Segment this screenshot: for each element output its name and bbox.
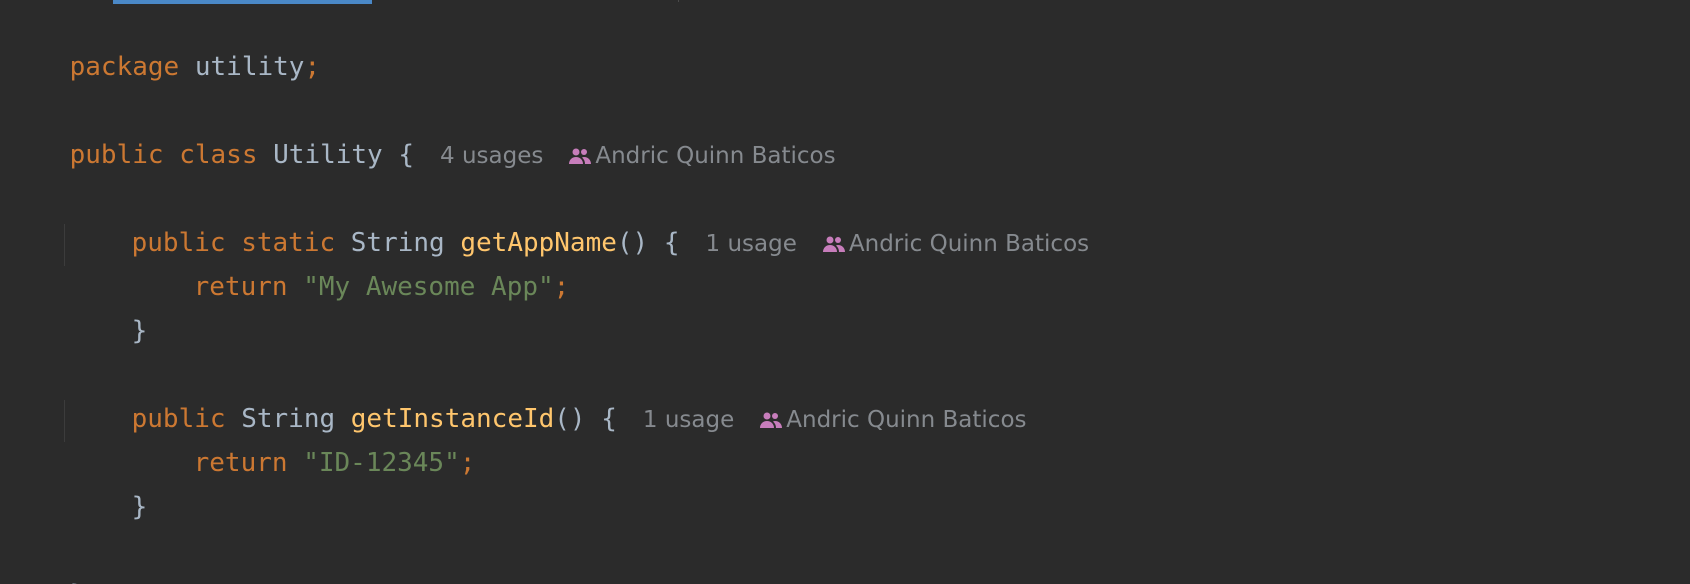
people-icon bbox=[569, 148, 592, 164]
usages-hint[interactable]: 4 usages bbox=[440, 143, 543, 169]
indent-guide bbox=[64, 400, 65, 442]
keyword-return: return bbox=[193, 272, 288, 302]
tab-strip bbox=[0, 0, 1690, 4]
author-hint[interactable]: Andric Quinn Baticos bbox=[569, 143, 836, 169]
people-icon bbox=[822, 236, 845, 252]
string-literal: "ID-12345" bbox=[303, 448, 460, 478]
code-line-close-brace[interactable]: } bbox=[69, 447, 148, 522]
code-line-return[interactable]: return "My Awesome App"; bbox=[131, 227, 570, 302]
open-brace: { bbox=[601, 404, 617, 434]
package-name: utility bbox=[194, 52, 305, 82]
people-icon bbox=[760, 412, 783, 428]
indent-guide bbox=[64, 224, 65, 266]
close-brace: } bbox=[131, 316, 148, 346]
active-tab-indicator[interactable] bbox=[113, 0, 372, 4]
open-brace: { bbox=[398, 140, 415, 170]
keyword-public: public bbox=[69, 140, 164, 170]
string-literal: "My Awesome App" bbox=[303, 272, 554, 302]
keyword-package: package bbox=[69, 52, 180, 82]
parens: () bbox=[554, 404, 586, 434]
author-name: Andric Quinn Baticos bbox=[595, 143, 836, 169]
usages-hint[interactable]: 1 usage bbox=[643, 407, 734, 433]
parens: () bbox=[616, 228, 649, 258]
code-line-return[interactable]: return "ID-12345"; bbox=[131, 403, 476, 478]
code-line-package[interactable]: package utility; bbox=[7, 7, 320, 82]
semicolon: ; bbox=[459, 448, 476, 478]
tab-divider bbox=[678, 0, 679, 2]
code-editor[interactable]: package utility; public class Utility {4… bbox=[0, 0, 1690, 584]
code-line-method-getinstanceid[interactable]: public String getInstanceId() {1 usage An… bbox=[69, 359, 1027, 434]
usages-hint[interactable]: 1 usage bbox=[706, 231, 797, 257]
open-brace: { bbox=[663, 228, 680, 258]
code-line-class-close[interactable]: } bbox=[7, 535, 86, 584]
author-name: Andric Quinn Baticos bbox=[848, 231, 1090, 257]
semicolon: ; bbox=[553, 272, 570, 302]
author-hint[interactable]: Andric Quinn Baticos bbox=[760, 407, 1027, 433]
close-brace: } bbox=[131, 492, 148, 522]
code-line-method-getappname[interactable]: public static String getAppName() {1 usa… bbox=[69, 183, 1090, 258]
keyword-class: class bbox=[179, 140, 258, 170]
keyword-return: return bbox=[193, 448, 288, 478]
close-brace: } bbox=[70, 580, 86, 584]
author-name: Andric Quinn Baticos bbox=[786, 407, 1027, 433]
code-line-class-declaration[interactable]: public class Utility {4 usages Andric Qui… bbox=[7, 95, 836, 170]
code-line-close-brace[interactable]: } bbox=[69, 271, 148, 346]
semicolon: ; bbox=[304, 52, 321, 82]
author-hint[interactable]: Andric Quinn Baticos bbox=[822, 231, 1090, 257]
class-name: Utility bbox=[273, 140, 383, 170]
